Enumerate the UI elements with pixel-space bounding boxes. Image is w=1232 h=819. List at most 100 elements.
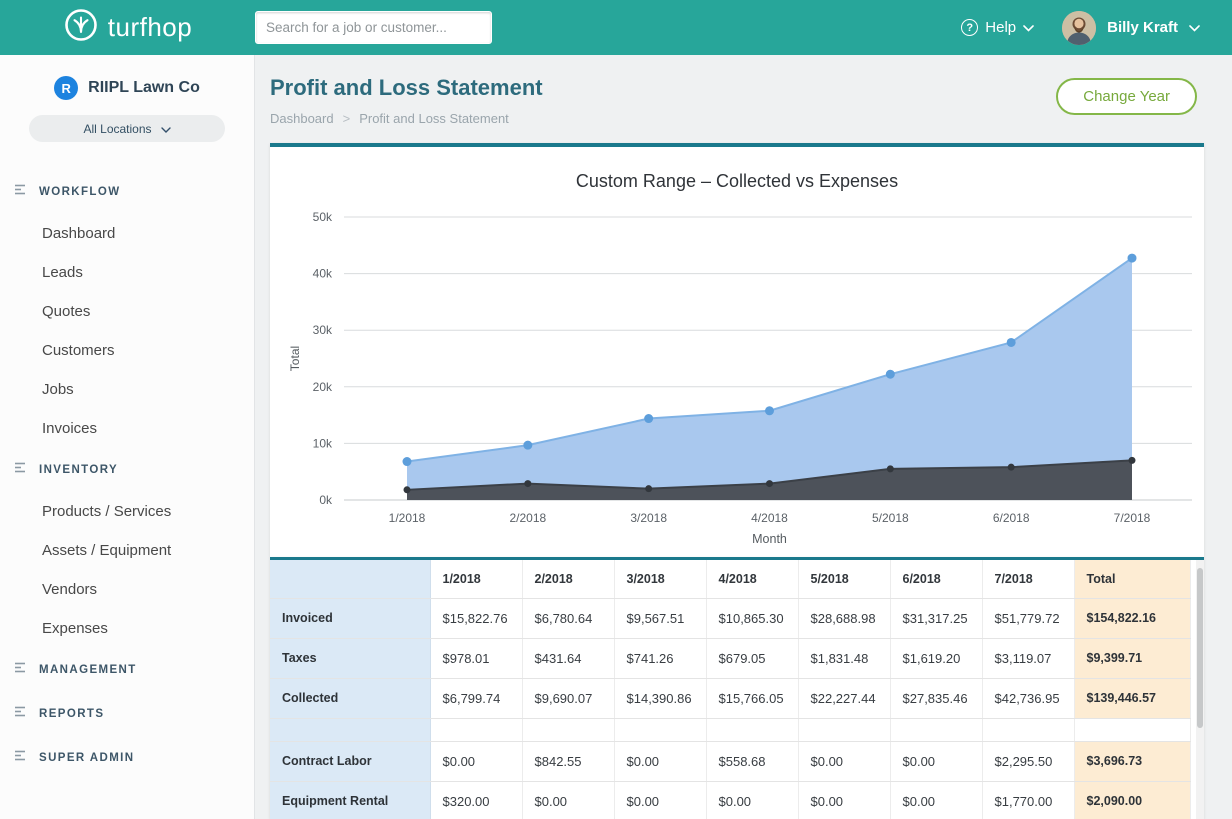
sidebar-section-reports[interactable]: REPORTS	[0, 692, 254, 736]
sidebar-item-dashboard[interactable]: Dashboard	[0, 214, 254, 253]
series-marker-expenses	[645, 485, 652, 492]
cell: $0.00	[706, 781, 798, 819]
row-label: Equipment Rental	[270, 781, 430, 819]
cell: $320.00	[430, 781, 522, 819]
row-label: Collected	[270, 678, 430, 718]
x-tick-label: 5/2018	[871, 511, 908, 525]
cell: $42,736.95	[982, 678, 1074, 718]
table-row-invoiced: Invoiced$15,822.76$6,780.64$9,567.51$10,…	[270, 598, 1190, 638]
total-cell: $9,399.71	[1074, 638, 1190, 678]
total-cell: $3,696.73	[1074, 741, 1190, 781]
series-marker-expenses	[766, 480, 773, 487]
column-header: 7/2018	[982, 560, 1074, 598]
user-avatar	[1062, 11, 1096, 45]
search-input[interactable]	[255, 11, 492, 44]
column-header: 3/2018	[614, 560, 706, 598]
cell: $27,835.46	[890, 678, 982, 718]
cell: $14,390.86	[614, 678, 706, 718]
spacer-cell	[1074, 718, 1190, 741]
cell: $22,227.44	[798, 678, 890, 718]
sidebar-section-inventory[interactable]: INVENTORY	[0, 448, 254, 492]
locations-chevron-icon	[161, 122, 171, 136]
cell: $842.55	[522, 741, 614, 781]
sidebar-item-customers[interactable]: Customers	[0, 331, 254, 370]
cell: $2,295.50	[982, 741, 1074, 781]
topbar-right: ? Help Billy Kraft	[961, 11, 1200, 45]
cell: $0.00	[798, 741, 890, 781]
series-marker-expenses	[886, 465, 893, 472]
pl-table: 1/20182/20183/20184/20185/20186/20187/20…	[270, 560, 1191, 819]
company-switcher[interactable]: R RIIPL Lawn Co	[0, 76, 254, 100]
sidebar-item-products-services[interactable]: Products / Services	[0, 492, 254, 531]
sidebar-section-super-admin[interactable]: SUPER ADMIN	[0, 736, 254, 780]
cell: $0.00	[890, 741, 982, 781]
sidebar-item-assets-equipment[interactable]: Assets / Equipment	[0, 531, 254, 570]
change-year-button[interactable]: Change Year	[1056, 78, 1197, 115]
table-row-taxes: Taxes$978.01$431.64$741.26$679.05$1,831.…	[270, 638, 1190, 678]
series-marker-collected	[765, 406, 774, 415]
cell: $1,831.48	[798, 638, 890, 678]
series-marker-collected	[1127, 254, 1136, 263]
series-marker-collected	[523, 441, 532, 450]
brand-logo[interactable]: turfhop	[0, 7, 255, 48]
row-label: Taxes	[270, 638, 430, 678]
sidebar-item-quotes[interactable]: Quotes	[0, 292, 254, 331]
spacer-cell	[890, 718, 982, 741]
column-header: 6/2018	[890, 560, 982, 598]
x-tick-label: 3/2018	[630, 511, 667, 525]
y-tick-label: 0k	[319, 493, 333, 507]
sidebar-nav: WORKFLOWDashboardLeadsQuotesCustomersJob…	[0, 170, 254, 780]
series-marker-expenses	[524, 480, 531, 487]
spacer-cell	[522, 718, 614, 741]
table-scrollbar[interactable]	[1196, 560, 1204, 819]
sidebar-section-management[interactable]: MANAGEMENT	[0, 648, 254, 692]
spacer-cell	[430, 718, 522, 741]
section-lines-icon	[14, 461, 29, 479]
help-label: Help	[985, 19, 1016, 36]
user-menu[interactable]: Billy Kraft	[1062, 11, 1200, 45]
total-cell: $154,822.16	[1074, 598, 1190, 638]
breadcrumb-dashboard[interactable]: Dashboard	[270, 111, 334, 126]
cell: $6,780.64	[522, 598, 614, 638]
cell: $1,619.20	[890, 638, 982, 678]
locations-dropdown[interactable]: All Locations	[29, 115, 225, 142]
help-menu[interactable]: ? Help	[961, 19, 1034, 36]
section-label: MANAGEMENT	[39, 664, 137, 676]
sidebar-item-leads[interactable]: Leads	[0, 253, 254, 292]
user-chevron-icon	[1189, 19, 1200, 36]
section-label: SUPER ADMIN	[39, 752, 134, 764]
series-marker-collected	[644, 414, 653, 423]
cell: $0.00	[614, 741, 706, 781]
cell: $15,822.76	[430, 598, 522, 638]
cell: $1,770.00	[982, 781, 1074, 819]
sidebar-item-vendors[interactable]: Vendors	[0, 570, 254, 609]
x-tick-label: 4/2018	[751, 511, 788, 525]
column-header: 1/2018	[430, 560, 522, 598]
spacer-cell	[706, 718, 798, 741]
cell: $10,865.30	[706, 598, 798, 638]
sidebar-section-workflow[interactable]: WORKFLOW	[0, 170, 254, 214]
table-scrollbar-thumb[interactable]	[1197, 568, 1203, 728]
cell: $0.00	[798, 781, 890, 819]
series-marker-collected	[402, 457, 411, 466]
sidebar-item-invoices[interactable]: Invoices	[0, 409, 254, 448]
y-tick-label: 20k	[312, 380, 332, 394]
section-lines-icon	[14, 661, 29, 679]
sidebar: R RIIPL Lawn Co All Locations WORKFLOWDa…	[0, 55, 255, 819]
spacer-cell	[798, 718, 890, 741]
section-lines-icon	[14, 749, 29, 767]
x-axis-label: Month	[752, 532, 787, 546]
cell: $28,688.98	[798, 598, 890, 638]
section-lines-icon	[14, 705, 29, 723]
section-lines-icon	[14, 183, 29, 201]
help-icon: ?	[961, 19, 978, 36]
company-name: RIIPL Lawn Co	[88, 79, 200, 97]
x-tick-label: 2/2018	[509, 511, 546, 525]
page-header: Profit and Loss Statement Dashboard > Pr…	[270, 55, 1204, 143]
sidebar-item-jobs[interactable]: Jobs	[0, 370, 254, 409]
main-content: Profit and Loss Statement Dashboard > Pr…	[255, 55, 1232, 819]
profit-loss-chart-card: 0k10k20k30k40k50k1/20182/20183/20184/201…	[270, 143, 1204, 557]
total-cell: $2,090.00	[1074, 781, 1190, 819]
x-tick-label: 6/2018	[992, 511, 1029, 525]
sidebar-item-expenses[interactable]: Expenses	[0, 609, 254, 648]
